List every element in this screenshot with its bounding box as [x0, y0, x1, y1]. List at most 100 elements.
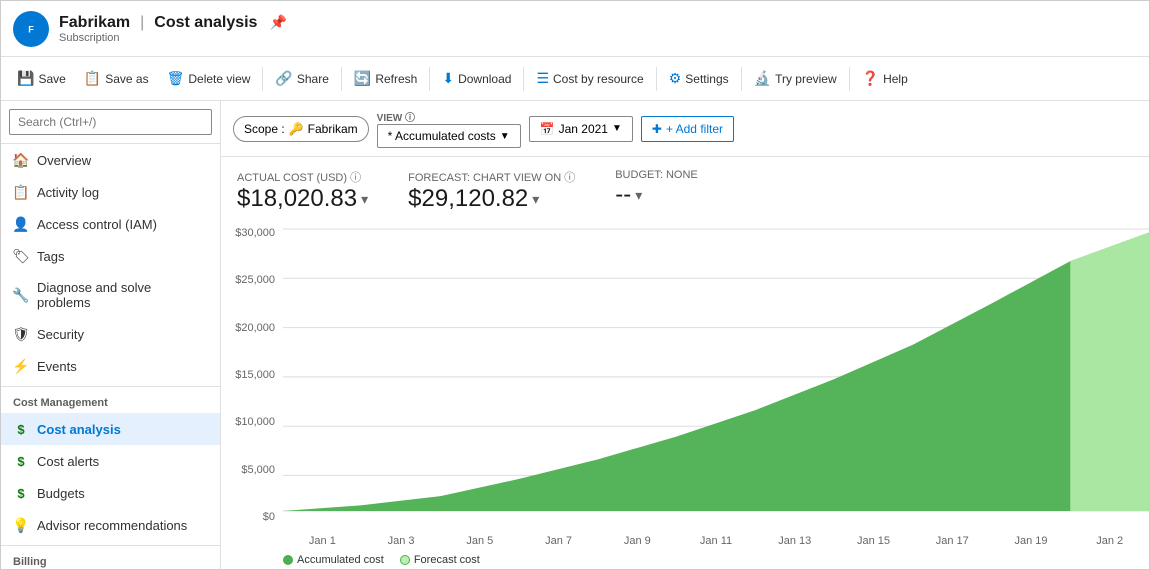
title-separator: | — [140, 14, 144, 32]
x-label-jan13: Jan 13 — [755, 535, 834, 547]
sidebar-item-tags[interactable]: 🏷 Tags — [1, 240, 220, 272]
save-as-button[interactable]: 📋 Save as — [76, 65, 157, 92]
help-icon: ❓ — [862, 70, 879, 87]
budget-number: -- — [615, 181, 631, 209]
x-label-jan17: Jan 17 — [913, 535, 992, 547]
separator-3 — [429, 67, 430, 91]
download-icon: ⬇ — [442, 70, 454, 87]
app-logo: F — [13, 11, 49, 47]
download-button[interactable]: ⬇ Download — [434, 65, 519, 92]
header-title: Fabrikam | Cost analysis 📌 Subscription — [59, 14, 287, 44]
try-preview-button[interactable]: 🔬 Try preview — [746, 65, 845, 92]
save-button[interactable]: 💾 Save — [9, 65, 74, 92]
scope-value: Fabrikam — [308, 122, 358, 136]
chart-plot — [283, 221, 1149, 519]
sidebar-item-access-control[interactable]: 👤 Access control (IAM) — [1, 208, 220, 240]
view-dropdown-icon: ▼ — [500, 131, 510, 142]
sidebar-item-overview[interactable]: 🏠 Overview — [1, 144, 220, 176]
diagnose-icon: 🔧 — [13, 287, 29, 303]
refresh-icon: 🔄 — [354, 70, 371, 87]
cost-by-resource-button[interactable]: ☰ Cost by resource — [528, 65, 651, 92]
share-label: Share — [297, 72, 329, 86]
activity-log-icon: 📋 — [13, 184, 29, 200]
pin-icon[interactable]: 📌 — [269, 14, 286, 31]
add-filter-icon: ✚ — [652, 122, 662, 136]
settings-button[interactable]: ⚙ Settings — [661, 65, 737, 92]
chart-svg — [283, 221, 1149, 519]
forecast-cost-label: FORECAST: CHART VIEW ON ⓘ — [408, 169, 575, 185]
billing-section-label: Billing — [1, 545, 220, 569]
actual-cost-dropdown[interactable]: ▾ — [361, 191, 368, 208]
cost-by-resource-icon: ☰ — [536, 70, 549, 87]
save-icon: 💾 — [17, 70, 34, 87]
forecast-cost-value: $29,120.82 ▾ — [408, 185, 575, 213]
main-content: Scope : 🔑 Fabrikam VIEW ⓘ * Accumulated … — [221, 101, 1149, 569]
header: F Fabrikam | Cost analysis 📌 Subscriptio… — [1, 1, 1149, 57]
app-name-bar: Fabrikam | Cost analysis 📌 — [59, 14, 287, 32]
share-icon: 🔗 — [275, 70, 292, 87]
budget-dropdown[interactable]: ▾ — [635, 187, 642, 204]
svg-text:F: F — [28, 24, 34, 34]
cost-summary: ACTUAL COST (USD) ⓘ $18,020.83 ▾ FORECAS… — [221, 157, 1149, 221]
forecast-legend-dot — [400, 555, 410, 565]
y-label-0: $0 — [221, 511, 283, 523]
save-label: Save — [38, 72, 65, 86]
save-as-label: Save as — [105, 72, 148, 86]
search-input[interactable] — [9, 109, 212, 135]
separator-6 — [741, 67, 742, 91]
cost-alerts-icon: $ — [13, 453, 29, 469]
advisor-label: Advisor recommendations — [37, 518, 187, 533]
scope-key-icon: 🔑 — [289, 122, 304, 136]
try-preview-label: Try preview — [775, 72, 837, 86]
add-filter-button[interactable]: ✚ + Add filter — [641, 116, 734, 142]
sidebar-search-container — [1, 101, 220, 144]
help-button[interactable]: ❓ Help — [854, 65, 916, 92]
sidebar-item-cost-alerts[interactable]: $ Cost alerts — [1, 445, 220, 477]
date-dropdown-icon: ▼ — [612, 123, 622, 134]
download-label: Download — [458, 72, 511, 86]
y-label-15k: $15,000 — [221, 369, 283, 381]
header-subtitle: Subscription — [59, 32, 287, 44]
tags-icon: 🏷 — [13, 248, 29, 264]
settings-label: Settings — [685, 72, 728, 86]
actual-cost-value: $18,020.83 ▾ — [237, 185, 368, 213]
settings-icon: ⚙ — [669, 70, 682, 87]
sidebar-item-activity-log[interactable]: 📋 Activity log — [1, 176, 220, 208]
advisor-icon: 💡 — [13, 517, 29, 533]
x-label-jan2next: Jan 2 — [1070, 535, 1149, 547]
security-icon: 🛡 — [13, 326, 29, 342]
accumulated-legend-label: Accumulated cost — [297, 554, 384, 566]
forecast-cost-dropdown[interactable]: ▾ — [532, 191, 539, 208]
share-button[interactable]: 🔗 Share — [267, 65, 336, 92]
sidebar-item-cost-analysis[interactable]: $ Cost analysis — [1, 413, 220, 445]
calendar-icon: 📅 — [540, 122, 555, 136]
cost-alerts-label: Cost alerts — [37, 454, 99, 469]
security-label: Security — [37, 327, 84, 342]
overview-label: Overview — [37, 153, 91, 168]
sidebar-item-events[interactable]: ⚡ Events — [1, 350, 220, 382]
sidebar-item-diagnose[interactable]: 🔧 Diagnose and solve problems — [1, 272, 220, 318]
cost-by-resource-label: Cost by resource — [553, 72, 644, 86]
budgets-icon: $ — [13, 485, 29, 501]
events-label: Events — [37, 359, 77, 374]
delete-label: Delete view — [188, 72, 250, 86]
x-label-jan1: Jan 1 — [283, 535, 362, 547]
view-button[interactable]: * Accumulated costs ▼ — [377, 124, 521, 148]
controls-bar: Scope : 🔑 Fabrikam VIEW ⓘ * Accumulated … — [221, 101, 1149, 157]
y-label-30k: $30,000 — [221, 227, 283, 239]
forecast-cost-number: $29,120.82 — [408, 185, 528, 213]
actual-cost-item: ACTUAL COST (USD) ⓘ $18,020.83 ▾ — [237, 169, 368, 213]
cost-management-section-label: Cost Management — [1, 386, 220, 413]
delete-view-button[interactable]: 🗑 Delete view — [159, 65, 259, 92]
y-label-10k: $10,000 — [221, 416, 283, 428]
scope-button[interactable]: Scope : 🔑 Fabrikam — [233, 116, 369, 142]
legend-forecast: Forecast cost — [400, 554, 480, 566]
access-control-label: Access control (IAM) — [37, 217, 157, 232]
sidebar-item-budgets[interactable]: $ Budgets — [1, 477, 220, 509]
y-axis: $30,000 $25,000 $20,000 $15,000 $10,000 … — [221, 221, 283, 529]
date-button[interactable]: 📅 Jan 2021 ▼ — [529, 116, 633, 142]
sidebar-item-advisor[interactable]: 💡 Advisor recommendations — [1, 509, 220, 541]
activity-log-label: Activity log — [37, 185, 99, 200]
refresh-button[interactable]: 🔄 Refresh — [346, 65, 425, 92]
sidebar-item-security[interactable]: 🛡 Security — [1, 318, 220, 350]
